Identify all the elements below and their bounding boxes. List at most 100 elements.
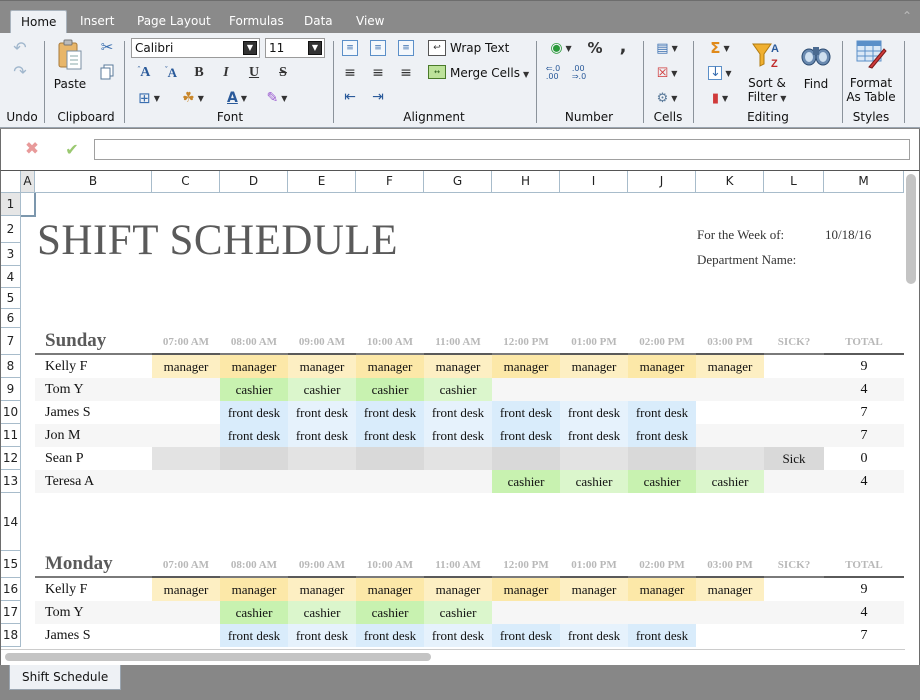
row-header-2[interactable]: 2 — [1, 216, 21, 243]
column-header-f[interactable]: F — [356, 171, 424, 193]
shift-cell[interactable]: cashier — [424, 601, 492, 624]
row-header-12[interactable]: 12 — [1, 447, 21, 470]
row-header-13[interactable]: 13 — [1, 470, 21, 493]
shift-cell[interactable] — [628, 601, 696, 624]
column-header-k[interactable]: K — [696, 171, 764, 193]
shift-cell[interactable]: cashier — [696, 470, 764, 493]
chevron-down-icon[interactable]: ▼ — [308, 41, 322, 55]
currency-format-button[interactable]: ◉ ▼ — [544, 39, 578, 57]
tab-view[interactable]: View — [346, 10, 394, 34]
align-middle-icon[interactable]: ≡ — [370, 40, 386, 56]
shift-cell[interactable]: front desk — [492, 401, 560, 424]
confirm-icon[interactable]: ✔ — [63, 140, 81, 159]
comma-style-icon[interactable]: , — [616, 36, 630, 57]
paste-icon[interactable] — [56, 39, 84, 71]
shift-cell[interactable]: manager — [492, 355, 560, 378]
undo-icon[interactable]: ↶ — [10, 38, 30, 57]
sick-cell[interactable] — [764, 624, 824, 647]
tab-data[interactable]: Data — [294, 10, 343, 34]
sick-cell[interactable] — [764, 424, 824, 447]
sick-cell[interactable] — [764, 578, 824, 601]
shift-cell[interactable] — [152, 378, 220, 401]
shift-cell[interactable] — [152, 401, 220, 424]
shift-cell[interactable]: manager — [356, 355, 424, 378]
shift-cell[interactable]: front desk — [288, 624, 356, 647]
tab-formulas[interactable]: Formulas — [219, 10, 294, 34]
shift-cell[interactable] — [356, 470, 424, 493]
employee-name[interactable]: Jon M — [35, 424, 152, 447]
sort-filter-button[interactable]: Sort & Filter ▼ — [745, 76, 789, 106]
bold-icon[interactable]: B — [191, 65, 207, 81]
shift-cell[interactable]: manager — [492, 578, 560, 601]
shift-cell[interactable]: front desk — [288, 424, 356, 447]
row-header-15[interactable]: 15 — [1, 551, 21, 578]
merge-cells-icon[interactable]: ↔ — [428, 65, 446, 79]
align-right-icon[interactable]: ≡ — [398, 65, 414, 81]
column-header-c[interactable]: C — [152, 171, 220, 193]
column-header-l[interactable]: L — [764, 171, 824, 193]
shift-cell[interactable]: manager — [288, 355, 356, 378]
wrap-text-icon[interactable]: ↩ — [428, 40, 446, 56]
format-cells-button[interactable]: ⚙ ▼ — [650, 89, 684, 107]
employee-name[interactable]: Sean P — [35, 447, 152, 470]
row-header-6[interactable]: 6 — [1, 309, 21, 328]
vertical-scrollbar[interactable] — [906, 174, 916, 284]
increase-indent-icon[interactable]: ⇥ — [370, 89, 386, 105]
shift-cell[interactable] — [220, 470, 288, 493]
shift-cell[interactable] — [560, 601, 628, 624]
row-header-8[interactable]: 8 — [1, 355, 21, 378]
shift-cell[interactable]: front desk — [356, 401, 424, 424]
align-center-icon[interactable]: ≡ — [370, 65, 386, 81]
shift-cell[interactable] — [152, 601, 220, 624]
font-name-select[interactable]: Calibri ▼ — [131, 38, 260, 58]
sick-cell[interactable] — [764, 601, 824, 624]
shift-cell[interactable]: front desk — [288, 401, 356, 424]
shift-cell[interactable]: cashier — [424, 378, 492, 401]
align-top-icon[interactable]: ≡ — [342, 40, 358, 56]
sick-cell[interactable] — [764, 355, 824, 378]
cut-icon[interactable]: ✂ — [98, 38, 116, 56]
shift-cell[interactable] — [696, 378, 764, 401]
column-header-h[interactable]: H — [492, 171, 560, 193]
shift-cell[interactable]: manager — [356, 578, 424, 601]
row-header-11[interactable]: 11 — [1, 424, 21, 447]
shift-cell[interactable]: cashier — [220, 601, 288, 624]
wrap-text-button[interactable]: Wrap Text — [450, 41, 509, 55]
shift-cell[interactable]: manager — [152, 578, 220, 601]
row-header-18[interactable]: 18 — [1, 624, 21, 647]
align-bottom-icon[interactable]: ≡ — [398, 40, 414, 56]
column-header-e[interactable]: E — [288, 171, 356, 193]
cancel-icon[interactable]: ✖ — [23, 139, 41, 159]
row-header-7[interactable]: 7 — [1, 328, 21, 355]
font-size-select[interactable]: 11 ▼ — [265, 38, 325, 58]
column-header-i[interactable]: I — [560, 171, 628, 193]
shift-cell[interactable]: front desk — [560, 624, 628, 647]
shift-cell[interactable]: manager — [424, 578, 492, 601]
row-header-9[interactable]: 9 — [1, 378, 21, 401]
delete-cells-button[interactable]: ☒ ▼ — [650, 64, 684, 82]
shift-cell[interactable]: front desk — [220, 424, 288, 447]
shift-cell[interactable] — [288, 447, 356, 470]
decrease-indent-icon[interactable]: ⇤ — [342, 89, 358, 105]
shift-cell[interactable] — [152, 447, 220, 470]
column-header-a[interactable]: A — [21, 171, 35, 193]
fill-color-button[interactable]: ☘ ▼ — [176, 89, 210, 107]
shift-cell[interactable]: manager — [628, 578, 696, 601]
shift-cell[interactable] — [424, 447, 492, 470]
formula-input[interactable] — [94, 139, 910, 160]
shift-cell[interactable] — [696, 624, 764, 647]
shift-cell[interactable] — [560, 378, 628, 401]
clear-button[interactable]: ▮ ▼ — [703, 89, 737, 107]
employee-name[interactable]: Kelly F — [35, 578, 152, 601]
shift-cell[interactable]: front desk — [220, 624, 288, 647]
column-header-j[interactable]: J — [628, 171, 696, 193]
chevron-down-icon[interactable]: ▼ — [243, 41, 257, 55]
shift-cell[interactable]: front desk — [424, 401, 492, 424]
row-header-5[interactable]: 5 — [1, 288, 21, 309]
shift-cell[interactable]: manager — [560, 355, 628, 378]
shift-cell[interactable] — [696, 424, 764, 447]
shift-cell[interactable] — [152, 470, 220, 493]
column-header-d[interactable]: D — [220, 171, 288, 193]
employee-name[interactable]: James S — [35, 624, 152, 647]
autosum-button[interactable]: Σ ▼ — [703, 39, 737, 57]
